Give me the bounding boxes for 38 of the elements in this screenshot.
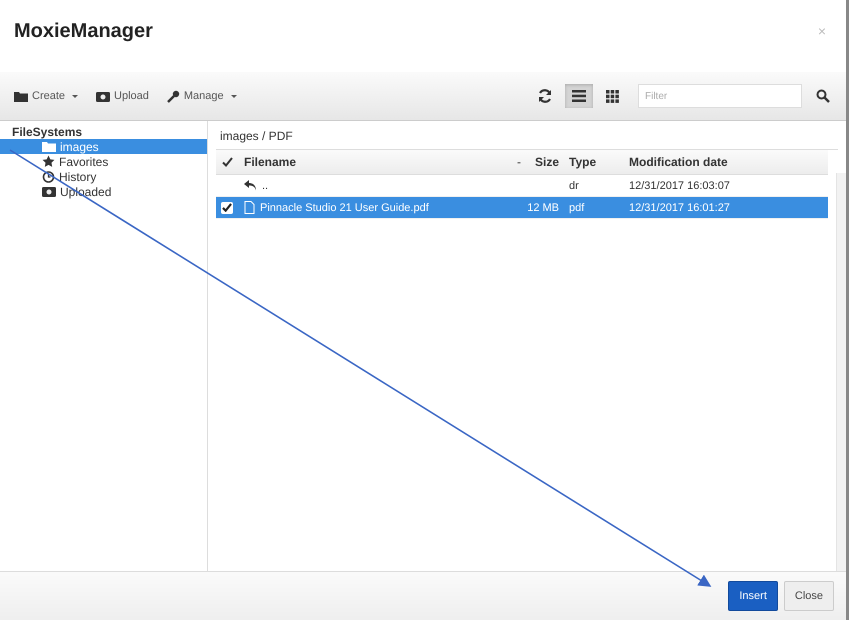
toolbar-button[interactable]: Upload (90, 86, 155, 106)
insert-button[interactable]: Insert (728, 581, 778, 611)
alarm-clock-icon (42, 170, 55, 183)
checkmark-icon (222, 157, 232, 167)
column-header[interactable]: Filename (238, 155, 479, 169)
search-icon (816, 89, 830, 103)
sidebar-item[interactable]: Favorites (0, 154, 207, 169)
close-button[interactable]: Close (784, 581, 834, 611)
file-name: .. (262, 180, 268, 192)
toolbar-button[interactable]: Create (8, 86, 84, 106)
sidebar-item[interactable]: History (0, 169, 207, 184)
wrench-icon (166, 90, 180, 102)
document-icon (244, 201, 255, 214)
column-header[interactable]: - Size (479, 155, 569, 169)
window-title: MoxieManager (14, 20, 153, 42)
checkbox[interactable] (221, 202, 233, 214)
column-header[interactable]: Type (569, 155, 629, 169)
file-name: Pinnacle Studio 21 User Guide.pdf (260, 202, 429, 214)
file-type: dr (569, 180, 579, 192)
camera-icon (96, 90, 110, 102)
filter-field[interactable]: Filter (638, 84, 802, 108)
scrollbar[interactable] (836, 173, 846, 571)
modification-date: 12/31/2017 16:03:07 (629, 180, 730, 192)
column-header[interactable]: Modification date (629, 155, 828, 169)
refresh-icon[interactable] (537, 88, 553, 104)
list-view-button[interactable] (565, 84, 593, 108)
star-icon (42, 155, 55, 168)
camera-icon (42, 186, 56, 197)
back-arrow-icon (244, 180, 257, 191)
list-icon (572, 90, 586, 102)
sidebar-heading: FileSystems (11, 125, 84, 139)
toolbar-button[interactable]: Manage (160, 86, 243, 106)
folder-icon (14, 90, 28, 102)
modification-date: 12/31/2017 16:01:27 (629, 202, 730, 214)
file-type: pdf (569, 202, 584, 214)
file-size: 12 MB (527, 202, 559, 214)
grid-icon (606, 90, 619, 102)
folder-icon (42, 141, 56, 152)
